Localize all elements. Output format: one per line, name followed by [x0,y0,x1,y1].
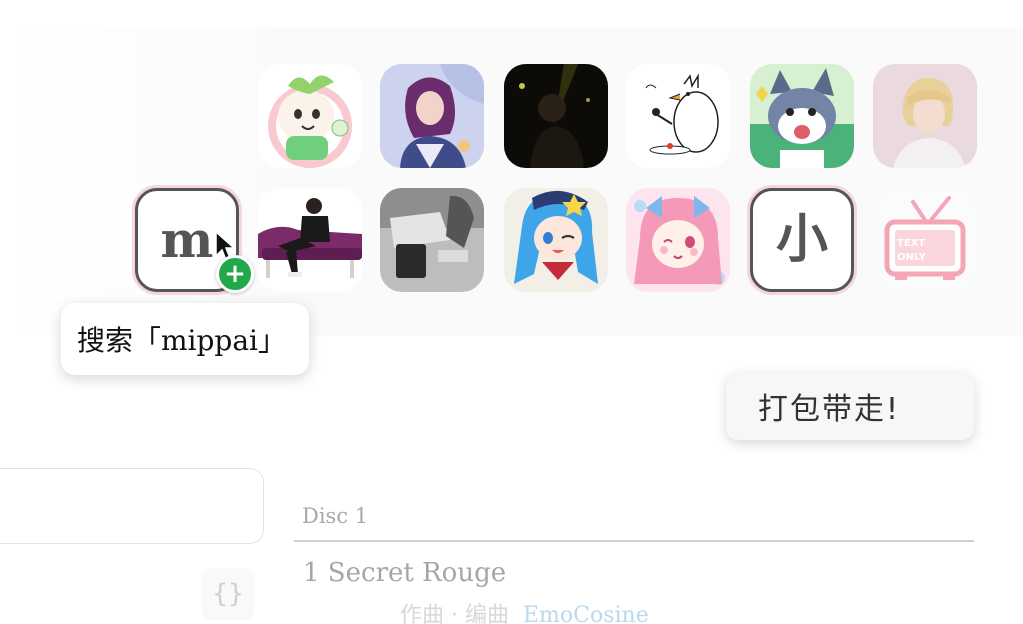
text-only-tv-icon[interactable]: TEXT ONLY [873,188,977,292]
svg-text:ONLY: ONLY [897,252,927,263]
plus-icon[interactable]: + [216,255,254,293]
pack-and-go-button[interactable]: 打包带走! [726,372,974,440]
disc-label: Disc 1 [302,504,369,528]
left-panel-input[interactable] [0,468,264,544]
tooltip-text: 搜索「mippai」 [77,324,287,357]
artist-selector-screen: m + 小 TEXT ONLY 搜索「mippai」 打包带走! {} Disc… [0,0,1023,624]
avatar-man-on-sofa[interactable] [258,188,362,292]
code-braces-icon[interactable]: {} [202,568,254,620]
letter-xiao-glyph: 小 [775,210,828,270]
avatar-purple-hair-singer[interactable] [380,64,484,168]
search-tooltip[interactable]: 搜索「mippai」 [61,303,309,375]
avatar-anime-blue-hair[interactable] [504,188,608,292]
avatar-cartoon-cat[interactable] [750,64,854,168]
avatar-bw-studio[interactable] [380,188,484,292]
credit-roles: 作曲 · 编曲 [400,603,509,624]
avatar-anime-pink-hair[interactable] [626,188,730,292]
avatar-blonde-portrait[interactable] [873,64,977,168]
track-title[interactable]: 1 Secret Rouge [303,558,506,588]
plus-glyph: + [224,259,246,289]
avatar-dark-stage[interactable] [504,64,608,168]
credit-artist-link[interactable]: EmoCosine [523,603,649,624]
letter-m-glyph: m [160,210,214,269]
avatar-sketch-bird[interactable] [626,64,730,168]
pack-button-label: 打包带走! [758,392,901,427]
disc-divider [294,540,974,542]
artist-tile-xiao[interactable]: 小 [750,188,854,292]
braces-glyph: {} [212,579,244,609]
avatar-peach-mascot[interactable] [258,64,362,168]
track-credit: 作曲 · 编曲 EmoCosine [400,597,649,624]
svg-text:TEXT: TEXT [897,238,925,249]
